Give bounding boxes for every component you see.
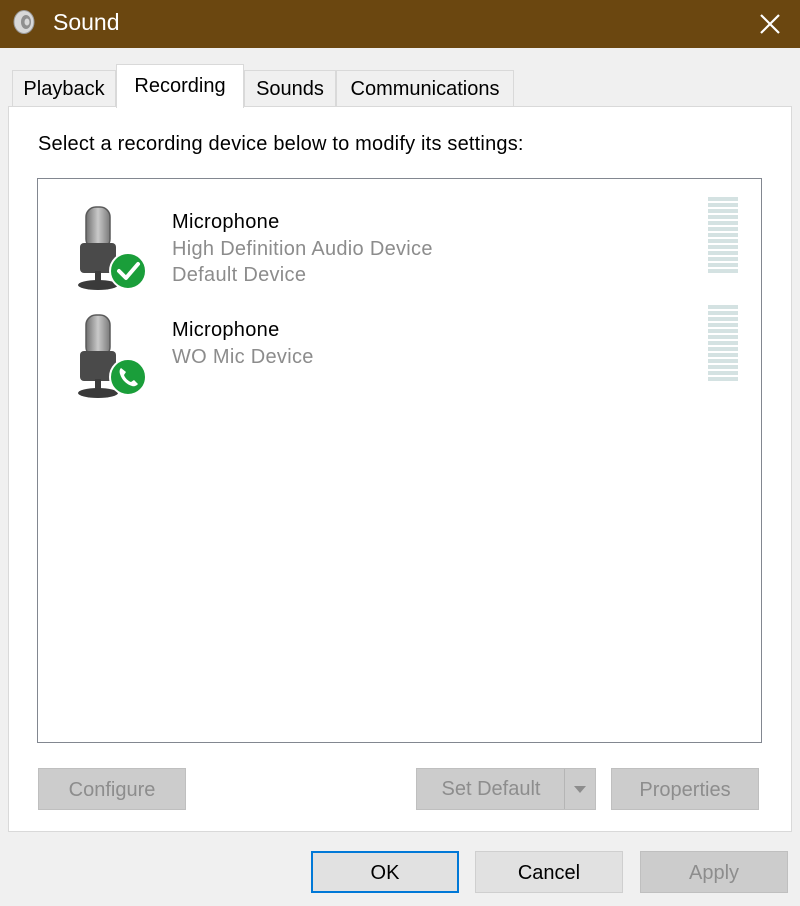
chevron-down-icon <box>574 785 586 793</box>
close-button[interactable] <box>740 0 800 48</box>
instruction-text: Select a recording device below to modif… <box>38 133 524 155</box>
title-bar: Sound <box>0 0 800 48</box>
cancel-button[interactable]: Cancel <box>475 851 623 893</box>
tab-playback[interactable]: Playback <box>12 70 116 106</box>
phone-badge-icon <box>109 358 147 396</box>
set-default-dropdown[interactable] <box>564 769 595 809</box>
set-default-button[interactable]: Set Default <box>416 768 596 810</box>
device-description: High Definition Audio Device <box>172 238 433 260</box>
device-description: WO Mic Device <box>172 346 314 368</box>
properties-button[interactable]: Properties <box>611 768 759 810</box>
window-title: Sound <box>53 9 120 35</box>
device-list[interactable]: Microphone High Definition Audio Device … <box>37 178 762 743</box>
tab-recording[interactable]: Recording <box>116 64 244 108</box>
level-meter <box>708 197 738 275</box>
apply-button[interactable]: Apply <box>640 851 788 893</box>
device-name: Microphone <box>172 319 280 341</box>
tab-sounds[interactable]: Sounds <box>244 70 336 106</box>
list-item[interactable]: Microphone High Definition Audio Device … <box>38 189 761 290</box>
configure-button[interactable]: Configure <box>38 768 186 810</box>
tab-communications[interactable]: Communications <box>336 70 514 106</box>
level-meter <box>708 305 738 383</box>
speaker-icon <box>13 10 35 34</box>
close-icon <box>760 14 780 34</box>
device-name: Microphone <box>172 211 280 233</box>
ok-button[interactable]: OK <box>311 851 459 893</box>
list-item[interactable]: Microphone WO Mic Device <box>38 297 761 398</box>
check-badge-icon <box>109 252 147 290</box>
device-status: Default Device <box>172 264 307 286</box>
set-default-label: Set Default <box>441 778 541 800</box>
